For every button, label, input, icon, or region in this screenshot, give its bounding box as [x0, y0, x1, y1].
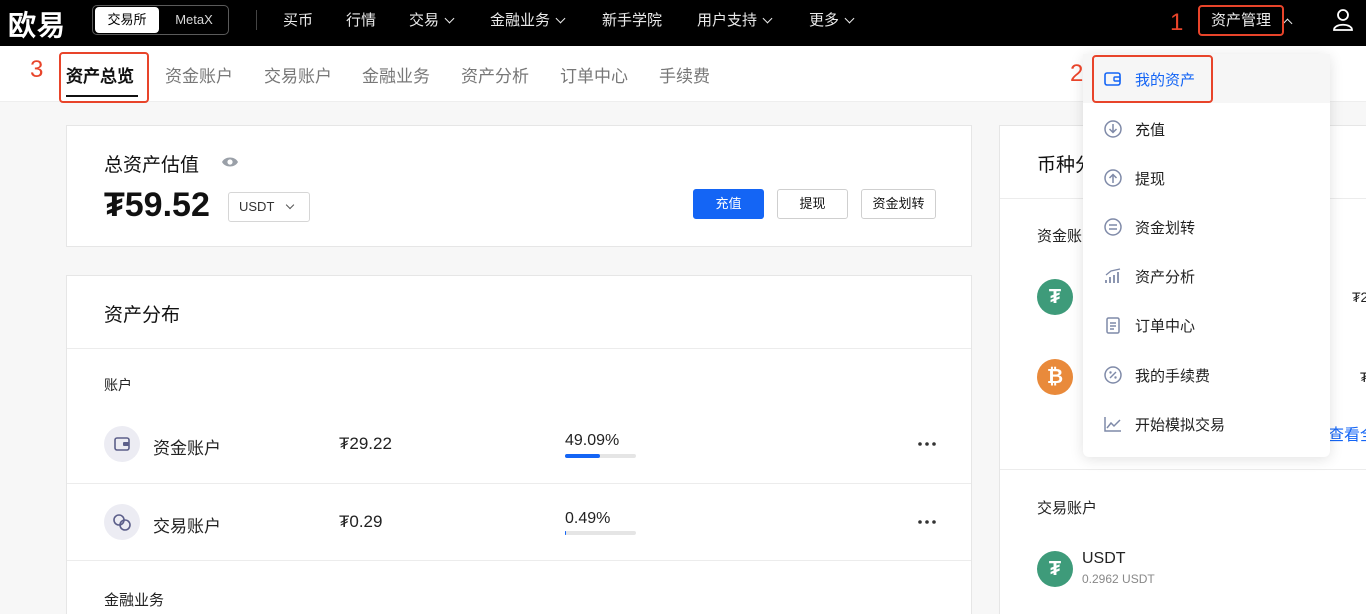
progress-fill-funding [565, 454, 600, 458]
nav-academy[interactable]: 新手学院 [602, 9, 662, 30]
divider [1000, 469, 1366, 470]
distribution-title: 资产分布 [104, 305, 181, 326]
currency-select-value: USDT [239, 199, 275, 214]
menu-item-label: 我的手续费 [1135, 368, 1211, 385]
divider [67, 560, 971, 561]
chevron-down-icon [444, 13, 455, 24]
withdraw-icon [1104, 169, 1122, 187]
menu-item-withdraw[interactable]: 提现 [1083, 153, 1330, 202]
annotation-2: 2 [1070, 60, 1084, 87]
transfer-button[interactable]: 资金划转 [861, 189, 936, 219]
tab-fees[interactable]: 手续费 [659, 62, 710, 87]
metax-tab[interactable]: MetaX [163, 7, 225, 33]
chevron-up-icon [1282, 18, 1293, 29]
divider [67, 483, 971, 484]
withdraw-button[interactable]: 提现 [777, 189, 848, 219]
order-icon [1106, 317, 1120, 334]
divider [67, 348, 971, 349]
menu-item-label: 资产分析 [1135, 269, 1196, 286]
account-name-funding[interactable]: 资金账户 [153, 434, 221, 459]
menu-item-order-center[interactable]: 订单中心 [1083, 300, 1330, 349]
nav-trade[interactable]: 交易 [409, 9, 455, 30]
funding-account-label: 资金账 [1037, 228, 1083, 245]
chevron-down-icon [844, 13, 855, 24]
annotation-box-1 [1198, 5, 1284, 36]
more-icon[interactable] [918, 520, 936, 524]
menu-item-label: 提现 [1135, 171, 1166, 188]
nav-buy-crypto[interactable]: 买币 [283, 9, 313, 30]
exchange-tab[interactable]: 交易所 [95, 7, 159, 33]
nav-markets[interactable]: 行情 [346, 9, 376, 30]
total-asset-title: 总资产估值 [104, 155, 200, 176]
deposit-icon [1104, 120, 1122, 138]
currency-select[interactable]: USDT [228, 192, 310, 222]
coin-name[interactable]: USDT [1082, 550, 1126, 568]
progress-bar-funding [565, 454, 636, 458]
menu-item-label: 开始模拟交易 [1135, 417, 1226, 434]
account-name-trading[interactable]: 交易账户 [153, 512, 221, 537]
account-value-trading: ₮0.29 [339, 512, 383, 531]
logo[interactable]: 欧易 [8, 4, 66, 44]
menu-item-label: 资金划转 [1135, 220, 1196, 237]
platform-switch: 交易所 MetaX [92, 5, 229, 35]
clipped-value: ₮2 [1352, 289, 1366, 305]
progress-fill-trading [565, 531, 567, 535]
more-icon[interactable] [918, 442, 936, 446]
chevron-down-icon [285, 200, 295, 210]
annotation-3: 3 [30, 56, 44, 83]
tether-icon: ₮ [1037, 279, 1073, 315]
wallet-icon [104, 426, 140, 462]
tab-asset-analysis[interactable]: 资产分析 [461, 62, 529, 87]
analysis-icon [1105, 268, 1121, 283]
fee-icon [1104, 366, 1122, 384]
deposit-button[interactable]: 充值 [693, 189, 764, 219]
menu-item-label: 充值 [1135, 122, 1166, 139]
account-pct-funding: 49.09% [565, 432, 620, 449]
eye-icon[interactable] [221, 155, 239, 169]
asset-distribution-card: 资产分布 账户 资金账户 ₮29.22 49.09% 交易账户 ₮0.29 0.… [66, 275, 972, 614]
top-nav: 欧易 交易所 MetaX 买币 行情 交易 金融业务 新手学院 用户支持 更多 … [0, 0, 1366, 46]
finance-label: 金融业务 [104, 592, 165, 609]
user-icon[interactable] [1332, 8, 1354, 32]
tether-icon: ₮ [1037, 551, 1073, 587]
nav-support[interactable]: 用户支持 [697, 9, 773, 30]
bitcoin-icon: ₿ [1037, 359, 1073, 395]
nav-more[interactable]: 更多 [809, 9, 855, 30]
coin-amount: 0.2962 USDT [1082, 572, 1155, 586]
menu-item-transfer[interactable]: 资金划转 [1083, 202, 1330, 251]
account-pct-trading: 0.49% [565, 510, 611, 527]
tab-funding-account[interactable]: 资金账户 [165, 62, 233, 87]
menu-item-label: 订单中心 [1135, 318, 1196, 335]
chevron-down-icon [555, 13, 566, 24]
tab-trading-account[interactable]: 交易账户 [264, 62, 332, 87]
view-all-link[interactable]: 查看全 [1328, 421, 1366, 445]
tab-order-center[interactable]: 订单中心 [560, 62, 628, 87]
asset-management-dropdown: 我的资产 充值 提现 资金划转 资产分析 订单中心 我的手续费 开始模拟交易 [1083, 54, 1330, 457]
chevron-down-icon [762, 13, 773, 24]
trading-account-label: 交易账户 [1037, 500, 1098, 517]
menu-item-asset-analysis[interactable]: 资产分析 [1083, 251, 1330, 300]
demo-trade-icon [1104, 417, 1121, 432]
transfer-icon [1104, 218, 1122, 236]
menu-item-deposit[interactable]: 充值 [1083, 104, 1330, 153]
nav-finance[interactable]: 金融业务 [490, 9, 566, 30]
accounts-label: 账户 [104, 377, 132, 393]
tab-finance[interactable]: 金融业务 [362, 62, 430, 87]
progress-bar-trading [565, 531, 636, 535]
annotation-box-2 [1092, 55, 1213, 103]
menu-item-demo-trading[interactable]: 开始模拟交易 [1083, 399, 1330, 448]
account-value-funding: ₮29.22 [339, 434, 392, 453]
menu-item-my-fees[interactable]: 我的手续费 [1083, 350, 1330, 399]
total-asset-card: 总资产估值 ₮59.52 USDT 充值 提现 资金划转 [66, 125, 972, 247]
trading-account-icon [104, 504, 140, 540]
annotation-box-3 [59, 52, 149, 103]
nav-divider [256, 10, 257, 30]
clipped-value: ₮ [1360, 369, 1366, 385]
total-asset-value: ₮59.52 [104, 186, 210, 224]
annotation-1: 1 [1170, 9, 1184, 36]
